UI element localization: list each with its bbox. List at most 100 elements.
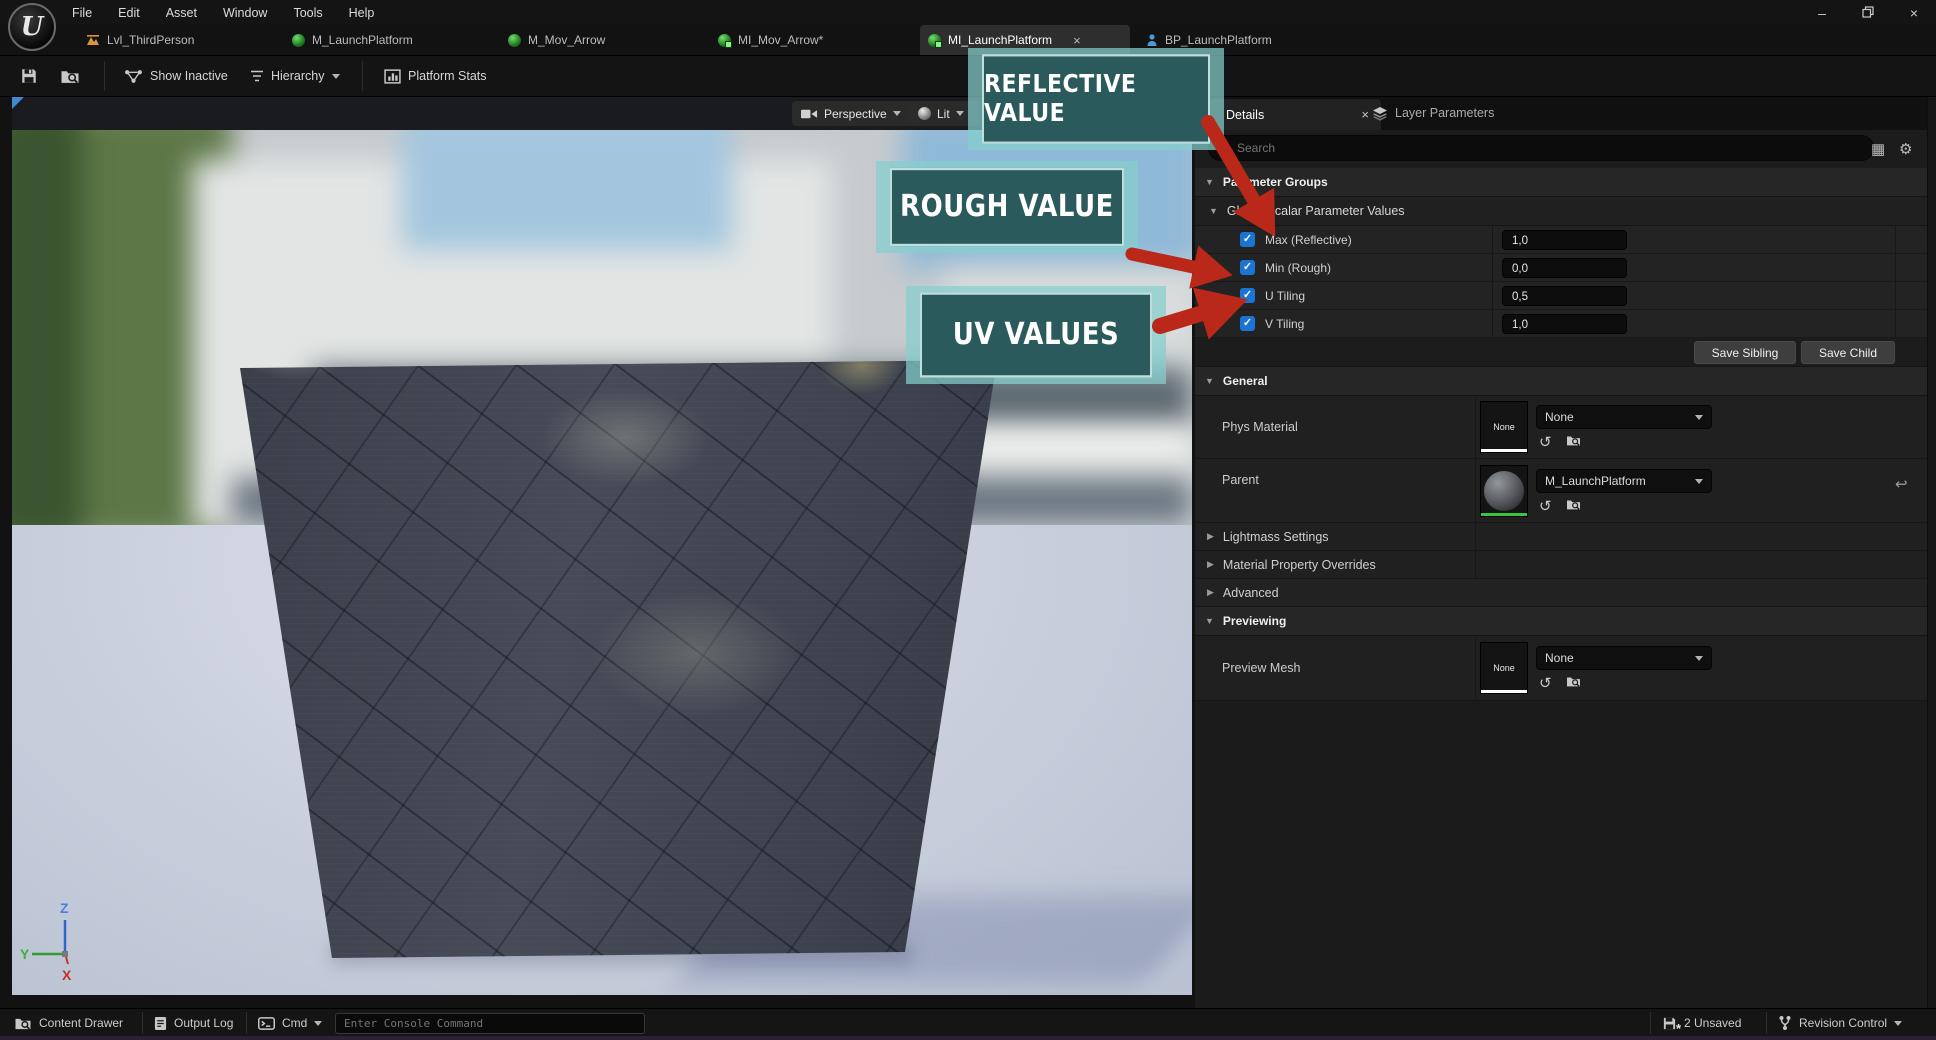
content-drawer-button[interactable]: Content Drawer [14, 1009, 123, 1037]
menu-tools[interactable]: Tools [293, 6, 322, 20]
section-material-property-overrides[interactable]: ▶ Material Property Overrides [1195, 551, 1936, 579]
category-previewing[interactable]: ▼ Previewing [1195, 607, 1936, 636]
checkbox-max-reflective[interactable]: ✓ [1240, 232, 1255, 247]
callout-uv-values: UV VALUES [906, 286, 1166, 384]
tab-label: Lvl_ThirdPerson [107, 33, 195, 47]
section-advanced[interactable]: ▶ Advanced [1195, 579, 1936, 607]
general-label: General [1222, 374, 1268, 388]
viewport-focus-corner [12, 96, 25, 109]
param-row-min-rough: ✓ Min (Rough) 0,0 [1195, 254, 1936, 282]
platform-stats-label: Platform Stats [408, 69, 487, 83]
minimize-button[interactable]: – [1814, 5, 1830, 21]
checkbox-v-tiling[interactable]: ✓ [1240, 316, 1255, 331]
expand-down-icon: ▼ [1205, 177, 1214, 187]
layer-parameters-label: Layer Parameters [1395, 106, 1495, 120]
expand-down-icon: ▼ [1205, 616, 1214, 626]
revision-control-label: Revision Control [1799, 1016, 1888, 1030]
save-sibling-button[interactable]: Save Sibling [1694, 341, 1796, 364]
hierarchy-button[interactable]: Hierarchy [244, 62, 346, 90]
unreal-editor-window: U File Edit Asset Window Tools Help – × … [0, 0, 1936, 1040]
menu-edit[interactable]: Edit [118, 6, 140, 20]
axis-x-label: X [62, 967, 72, 983]
value-input-u-tiling[interactable]: 0,5 [1502, 285, 1627, 306]
details-scrollbar[interactable] [1927, 96, 1936, 1008]
preview-mesh-dropdown[interactable]: None [1536, 646, 1712, 670]
expand-down-icon: ▼ [1205, 376, 1214, 386]
chevron-down-icon [1894, 1020, 1903, 1026]
chevron-down-icon [331, 73, 340, 79]
material-instance-icon [928, 33, 942, 48]
browse-asset-icon[interactable] [1566, 434, 1581, 451]
branch-icon [1778, 1015, 1792, 1031]
layers-icon [1372, 106, 1388, 121]
tab-m-mov-arrow[interactable]: M_Mov_Arrow [500, 25, 613, 55]
unsaved-assets-button[interactable]: * 2 Unsaved [1662, 1009, 1741, 1037]
menu-help[interactable]: Help [349, 6, 375, 20]
tab-mi-mov-arrow[interactable]: MI_Mov_Arrow* [710, 25, 831, 55]
preview-mesh-thumbnail[interactable]: None [1480, 642, 1528, 694]
section-lightmass-settings[interactable]: ▶ Lightmass Settings [1195, 523, 1936, 551]
tab-details[interactable]: Details × [1198, 99, 1381, 130]
category-general[interactable]: ▼ General [1195, 367, 1936, 396]
expand-right-icon: ▶ [1207, 531, 1214, 541]
chevron-down-icon [892, 111, 901, 116]
parent-thumbnail[interactable] [1480, 465, 1528, 517]
perspective-label: Perspective [824, 106, 887, 121]
browse-to-asset-button[interactable] [54, 62, 86, 90]
use-selected-icon[interactable]: ↺ [1539, 433, 1552, 451]
reset-to-default-icon[interactable]: ↩ [1895, 475, 1908, 493]
chevron-down-icon [955, 111, 964, 116]
save-button[interactable] [14, 62, 44, 90]
tab-close-icon[interactable]: × [1073, 33, 1081, 48]
browse-asset-icon[interactable] [1566, 675, 1581, 692]
settings-gear-icon[interactable]: ⚙ [1899, 140, 1912, 158]
search-input[interactable] [1208, 135, 1874, 161]
tab-layer-parameters[interactable]: Layer Parameters [1360, 96, 1506, 130]
phys-material-dropdown[interactable]: None [1536, 405, 1712, 429]
tab-m-launchplatform[interactable]: M_LaunchPlatform [284, 25, 421, 55]
phys-material-thumbnail[interactable]: None [1480, 401, 1528, 453]
menu-asset[interactable]: Asset [166, 6, 197, 20]
output-log-button[interactable]: Output Log [154, 1009, 233, 1037]
console-command-input[interactable] [335, 1013, 645, 1034]
hierarchy-icon [250, 69, 264, 83]
parent-dropdown[interactable]: M_LaunchPlatform [1536, 469, 1712, 493]
browse-asset-icon[interactable] [1566, 498, 1581, 515]
display-grid-icon[interactable]: ▦ [1871, 140, 1885, 158]
axis-y-label: Y [20, 946, 30, 962]
cmd-dropdown-button[interactable]: Cmd [258, 1009, 323, 1037]
tab-label: MI_Mov_Arrow* [738, 33, 824, 47]
unreal-logo-icon[interactable]: U [8, 3, 56, 51]
revision-control-button[interactable]: Revision Control [1778, 1009, 1903, 1037]
overrides-label: Material Property Overrides [1222, 557, 1376, 572]
param-row-u-tiling: ✓ U Tiling 0,5 [1195, 282, 1936, 310]
menu-file[interactable]: File [72, 6, 92, 20]
restore-button[interactable] [1860, 5, 1876, 21]
close-window-button[interactable]: × [1906, 5, 1922, 21]
lightmass-label: Lightmass Settings [1222, 529, 1329, 544]
details-tab-bar: Details × Layer Parameters [1195, 96, 1936, 130]
checkbox-u-tiling[interactable]: ✓ [1240, 288, 1255, 303]
use-selected-icon[interactable]: ↺ [1539, 497, 1552, 515]
menu-window[interactable]: Window [223, 6, 267, 20]
level-icon [86, 34, 100, 46]
content-drawer-label: Content Drawer [39, 1016, 124, 1030]
use-selected-icon[interactable]: ↺ [1539, 674, 1552, 692]
status-separator [246, 1012, 247, 1034]
preview-mesh-label: Preview Mesh [1222, 661, 1301, 675]
platform-stats-button[interactable]: Platform Stats [378, 62, 493, 90]
value-input-min-rough[interactable]: 0,0 [1502, 257, 1627, 278]
output-log-label: Output Log [174, 1016, 234, 1030]
show-inactive-button[interactable]: Show Inactive [118, 62, 234, 90]
tab-label: MI_LaunchPlatform [948, 33, 1053, 47]
thumbnail-text: None [1493, 663, 1515, 673]
save-child-button[interactable]: Save Child [1801, 341, 1895, 364]
tab-lvl-thirdperson[interactable]: Lvl_ThirdPerson [78, 25, 202, 55]
phys-material-label: Phys Material [1222, 420, 1298, 434]
group-global-scalar-parameters[interactable]: ▼ Global Scalar Parameter Values [1195, 197, 1936, 226]
value-input-v-tiling[interactable]: 1,0 [1502, 313, 1627, 334]
value-input-max-reflective[interactable]: 1,0 [1502, 229, 1627, 250]
category-parameter-groups[interactable]: ▼ Parameter Groups [1195, 168, 1936, 197]
perspective-dropdown[interactable]: Perspective [792, 101, 918, 126]
checkbox-min-rough[interactable]: ✓ [1240, 260, 1255, 275]
